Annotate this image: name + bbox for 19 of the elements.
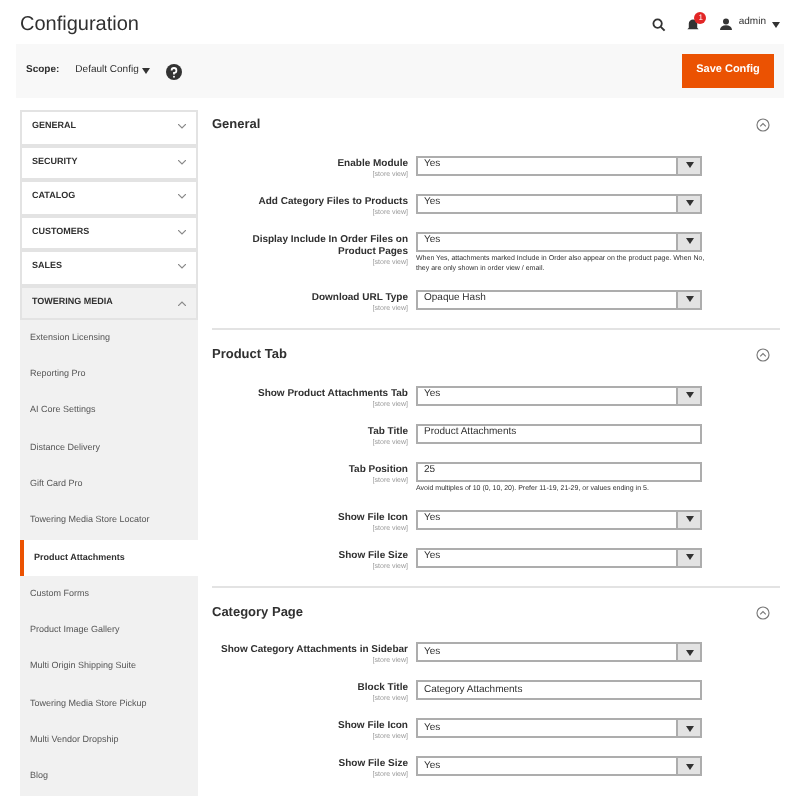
help-icon[interactable] xyxy=(166,63,183,79)
caret-icon xyxy=(772,21,780,27)
dropdown-arrow-icon xyxy=(685,238,693,245)
collapse-icon[interactable] xyxy=(756,118,770,133)
dropdown-arrow-icon xyxy=(685,725,693,732)
caret-icon xyxy=(142,68,151,74)
user-icon xyxy=(720,18,733,30)
collapse-icon[interactable] xyxy=(756,605,770,620)
dropdown-arrow-icon xyxy=(685,649,693,656)
dropdown-arrow-icon xyxy=(685,516,693,522)
dropdown-arrow-icon xyxy=(685,763,693,770)
dropdown-arrow-icon xyxy=(685,200,693,207)
dropdown-arrow-icon xyxy=(685,296,693,303)
dropdown-arrow-icon xyxy=(685,392,693,398)
page-title: Configuration xyxy=(20,11,139,39)
dropdown-arrow-icon xyxy=(685,162,693,169)
search-icon[interactable] xyxy=(652,17,667,31)
dropdown-arrow-icon xyxy=(685,554,693,560)
collapse-icon[interactable] xyxy=(756,348,770,363)
